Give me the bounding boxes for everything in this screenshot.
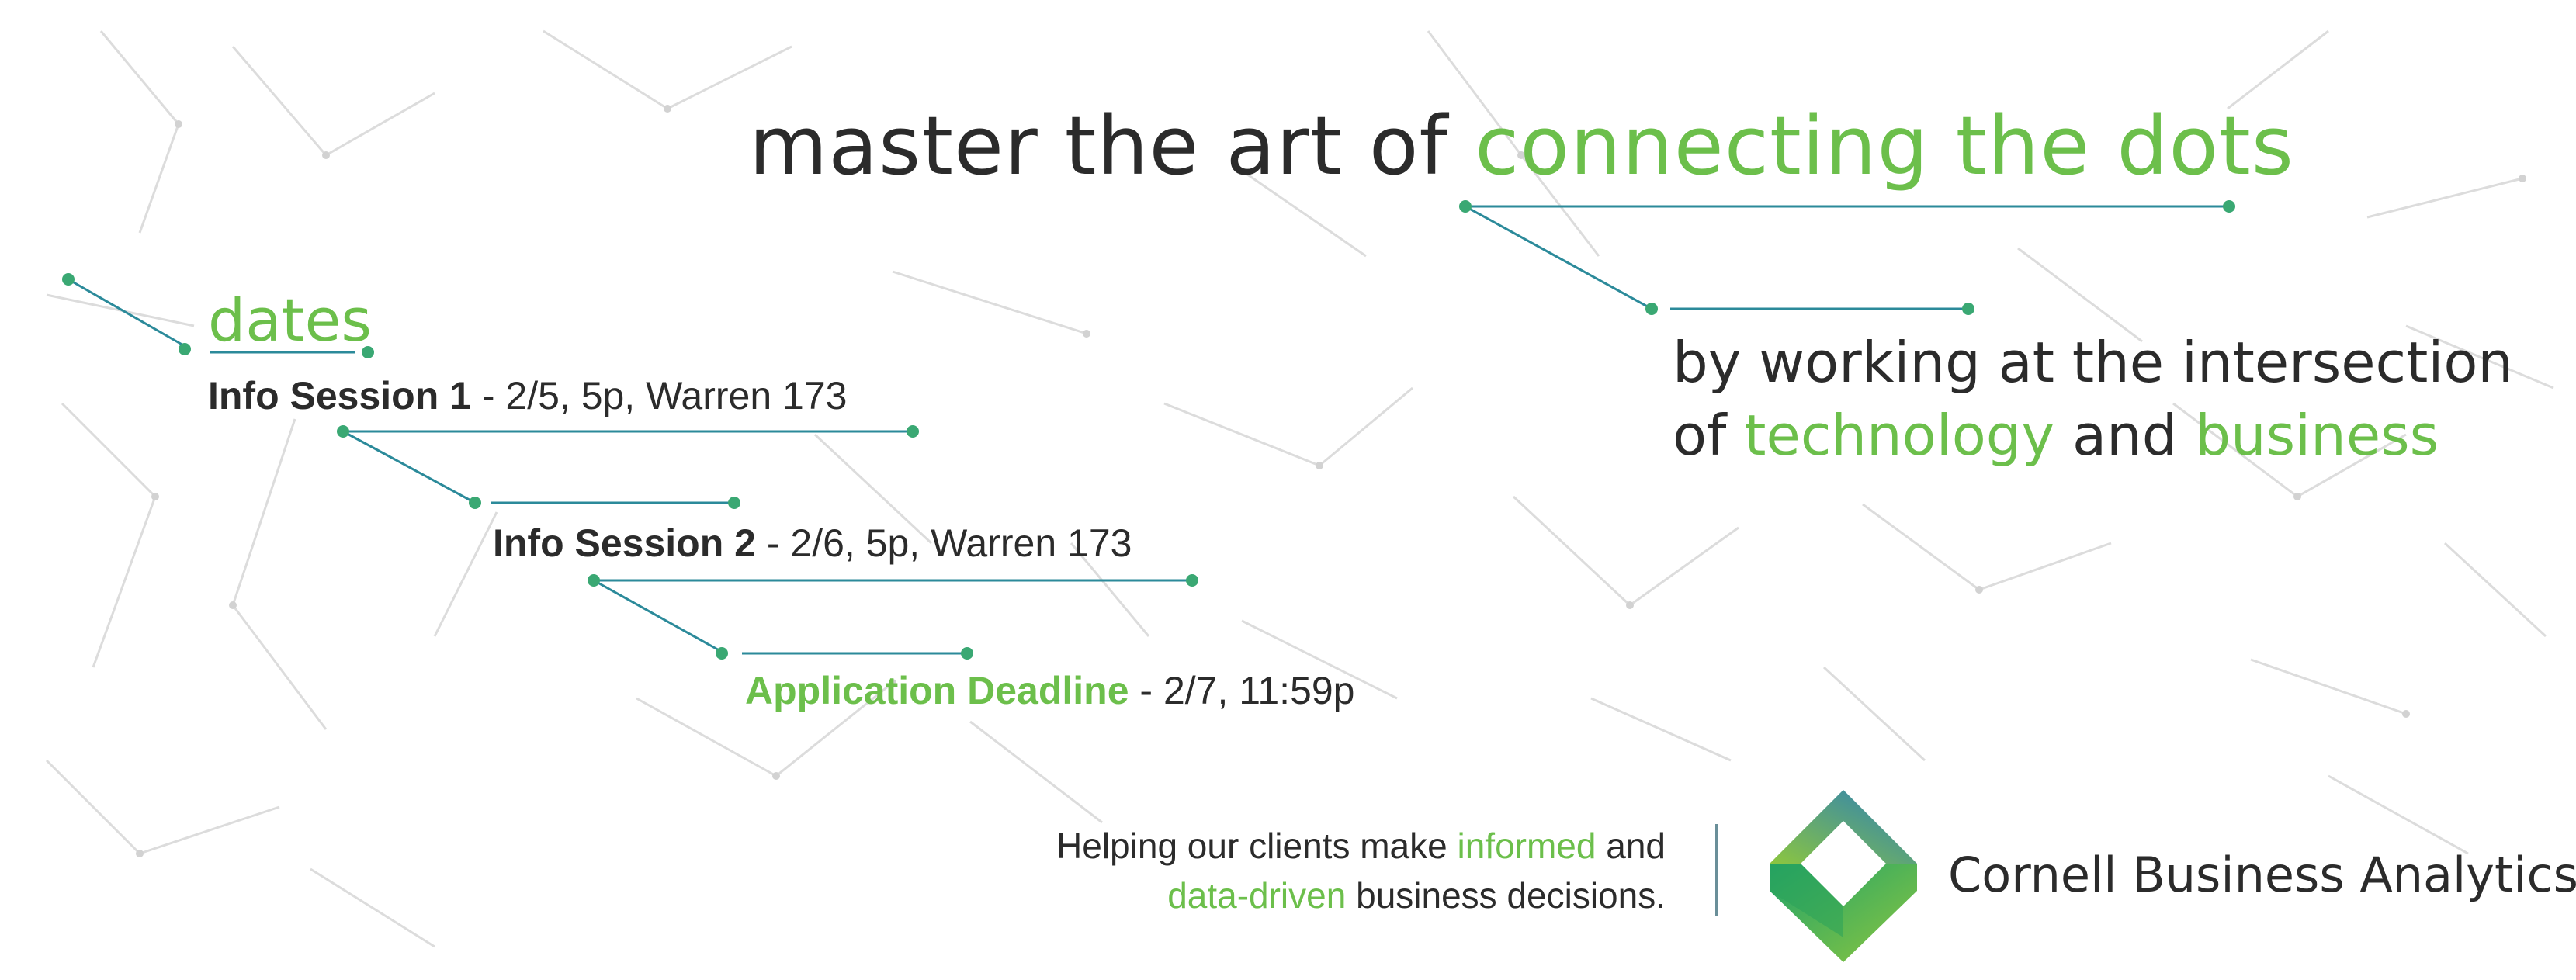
subheadline: by working at the intersection of techno… <box>1673 326 2542 472</box>
tagline-part1: Helping our clients make <box>1056 826 1458 866</box>
headline-highlight: connecting the dots <box>1475 99 2294 193</box>
event-name: Info Session 2 <box>493 521 756 565</box>
subheadline-of: of <box>1673 403 1745 468</box>
event-name: Info Session 1 <box>208 374 471 417</box>
tagline-data-driven: data-driven <box>1167 875 1347 916</box>
tagline-line2: data-driven business decisions. <box>908 871 1666 920</box>
subheadline-technology: technology <box>1744 403 2055 468</box>
tagline-informed: informed <box>1457 826 1597 866</box>
event-info-session-2: Info Session 2 - 2/6, 5p, Warren 173 <box>493 518 1132 568</box>
event-details: - 2/6, 5p, Warren 173 <box>755 521 1132 565</box>
subheadline-line2: of technology and business <box>1673 399 2542 472</box>
tagline-part3: business decisions. <box>1346 875 1666 916</box>
event-application-deadline: Application Deadline - 2/7, 11:59p <box>745 666 1354 715</box>
subheadline-line1: by working at the intersection <box>1673 330 2514 395</box>
tagline: Helping our clients make informed and da… <box>908 821 1666 920</box>
headline: master the art of connecting the dots <box>749 92 2294 200</box>
brand-name: Cornell Business Analytics <box>1948 847 2576 903</box>
event-details: - 2/7, 11:59p <box>1129 669 1355 712</box>
divider <box>1715 824 1718 916</box>
tagline-part2: and <box>1596 826 1666 866</box>
dates-title: dates <box>208 286 372 355</box>
headline-prefix: master the art of <box>749 99 1475 193</box>
event-name: Application Deadline <box>745 669 1129 712</box>
diamond-cube-logo-icon <box>1770 790 1917 962</box>
event-details: - 2/5, 5p, Warren 173 <box>470 374 848 417</box>
tagline-line1: Helping our clients make informed and <box>908 821 1666 871</box>
subheadline-and: and <box>2054 403 2196 468</box>
event-info-session-1: Info Session 1 - 2/5, 5p, Warren 173 <box>208 371 847 421</box>
subheadline-business: business <box>2195 403 2439 468</box>
